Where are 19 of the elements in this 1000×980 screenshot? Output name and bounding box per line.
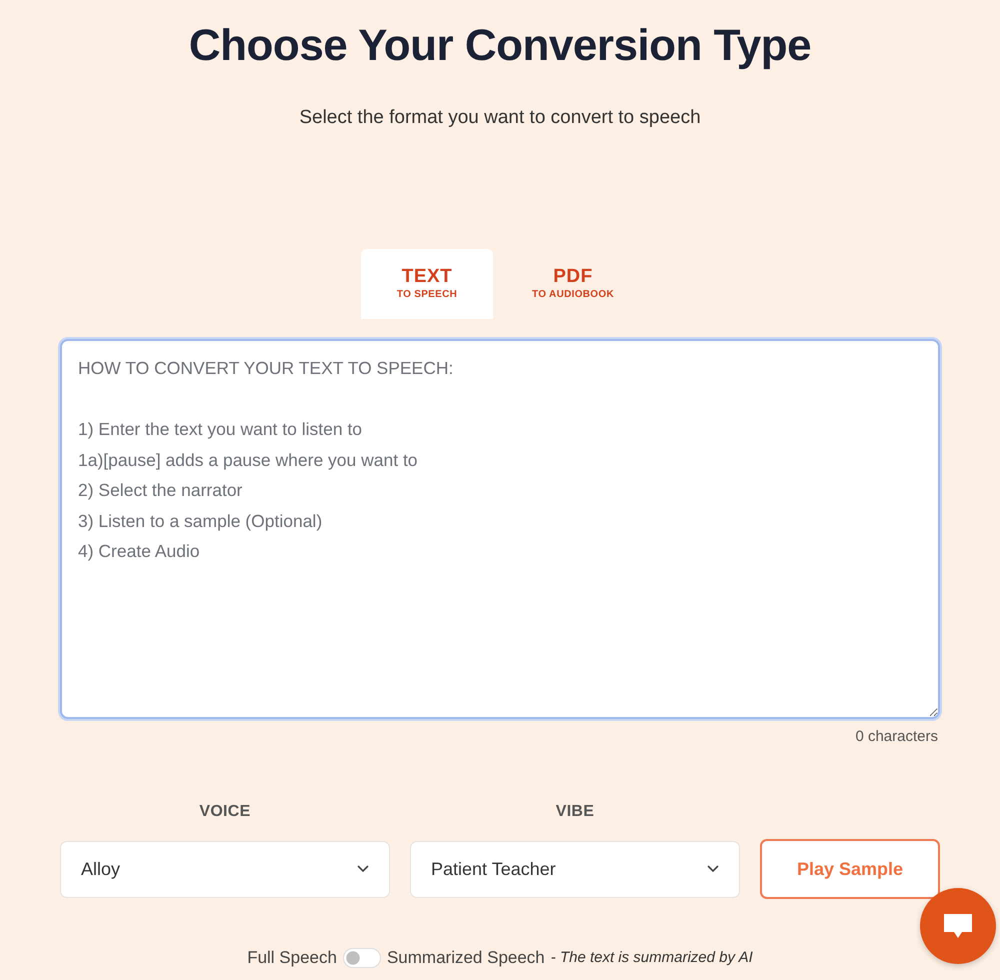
field-label: VIBE [556, 802, 594, 822]
page-subtitle: Select the format you want to convert to speech [299, 106, 701, 130]
page-title: Choose Your Conversion Type [188, 20, 812, 72]
text-input-area[interactable]: HOW TO CONVERT YOUR TEXT TO SPEECH: 1) Enter the text you want to listen to 1a)[pause] adds a pause where you want to 2) Select the narrator 3) Listen to a sample (Optional) 4) Create Audio [60, 339, 940, 719]
speech-bubble-icon [943, 913, 973, 939]
chevron-down-icon [707, 865, 719, 873]
tab[interactable]: TEXT TO SPEECH [361, 249, 493, 319]
field-label: VOICE [199, 802, 251, 822]
play-sample-button[interactable]: Play Sample [760, 839, 940, 899]
character-count: 0 characters [855, 727, 938, 747]
tab[interactable]: PDF TO AUDIOBOOK [507, 249, 639, 319]
toggle-label: Summarized Speech [386, 947, 545, 969]
chat-button[interactable] [920, 888, 996, 964]
summary-toggle-switch[interactable] [342, 948, 381, 968]
summary-note: - The text is summarized by AI [550, 948, 753, 968]
dropdown-select[interactable]: Patient Teacher [410, 840, 740, 898]
dropdown-select[interactable]: Alloy [60, 840, 390, 898]
chevron-down-icon [357, 865, 369, 873]
toggle-label: Full Speech [247, 947, 337, 969]
